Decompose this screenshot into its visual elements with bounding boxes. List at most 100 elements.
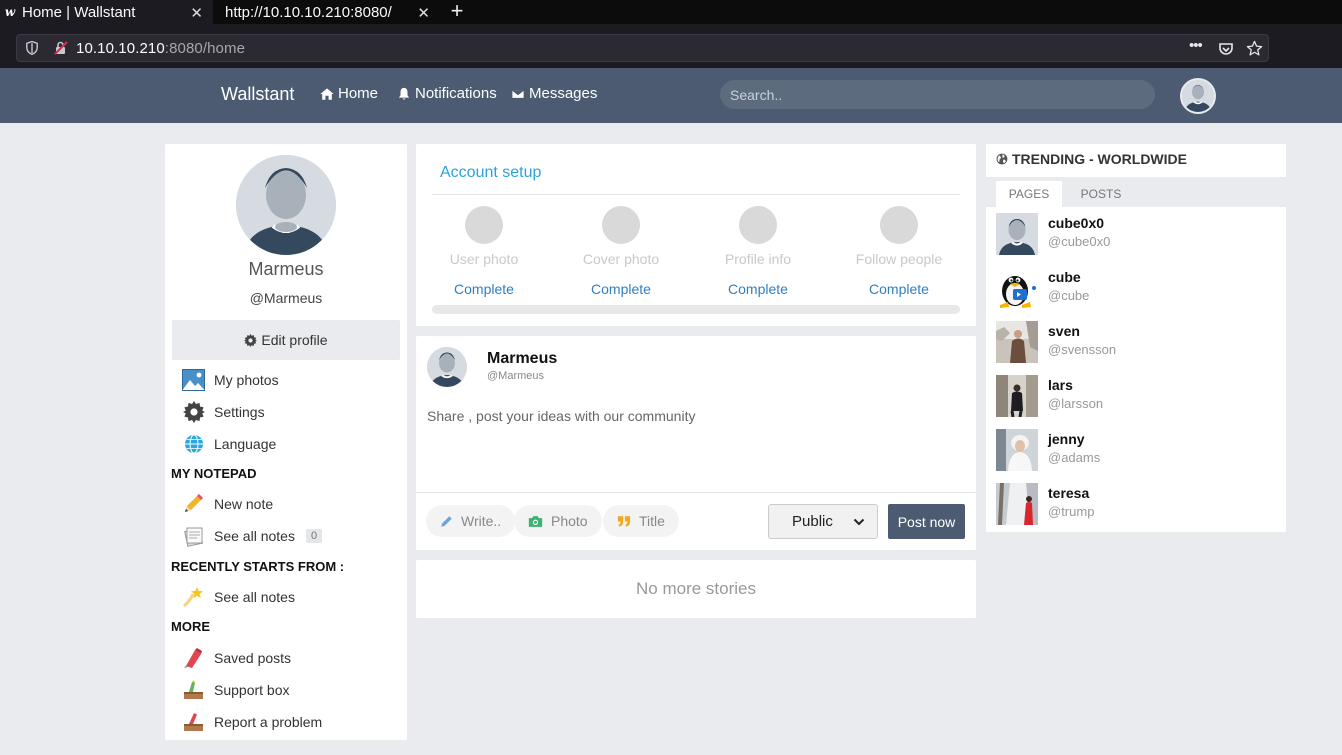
sidebar-item-report-problem[interactable]: Report a problem [182, 710, 322, 733]
report-icon [182, 710, 205, 733]
bookmark-icon [182, 646, 205, 669]
insecure-lock-icon[interactable] [53, 40, 69, 56]
nav-messages[interactable]: Messages [511, 85, 597, 102]
trending-item[interactable]: cube @cube [996, 267, 1276, 309]
browser-toolbar: 10.10.10.210:8080/home ••• [0, 24, 1342, 68]
trending-item[interactable]: sven @svensson [996, 321, 1276, 363]
pocket-icon[interactable] [1218, 41, 1234, 57]
nav-notifications[interactable]: Notifications [397, 85, 497, 102]
nav-home[interactable]: Home [320, 85, 378, 102]
gear-icon [182, 400, 205, 423]
feed-empty-text: No more stories [636, 579, 756, 598]
complete-profile-info-link[interactable]: Complete [698, 281, 818, 297]
nav-notifications-label: Notifications [415, 85, 497, 102]
notes-count-badge: 0 [305, 528, 323, 543]
nav-messages-label: Messages [529, 85, 598, 102]
complete-cover-photo-link[interactable]: Complete [561, 281, 681, 297]
setup-step-user-photo: User photo Complete [424, 206, 544, 297]
sidebar-item-label: Settings [214, 403, 265, 420]
sidebar-item-see-all-notes[interactable]: See all notes 0 [182, 524, 323, 547]
sidebar-item-label: Language [214, 435, 277, 452]
complete-user-photo-link[interactable]: Complete [424, 281, 544, 297]
bookmark-star-icon[interactable] [1246, 40, 1263, 57]
step-label: User photo [449, 251, 519, 267]
composer-name[interactable]: Marmeus [487, 350, 557, 368]
trending-avatar [996, 483, 1038, 525]
photo-button[interactable]: Photo [514, 505, 602, 537]
sidebar-item-recent-see-all-notes[interactable]: See all notes [182, 585, 295, 608]
avatar[interactable] [427, 347, 467, 387]
sidebar-item-label: See all notes [214, 527, 295, 544]
account-setup-title: Account setup [440, 164, 542, 181]
write-button[interactable]: Write.. [426, 505, 516, 537]
sidebar-item-language[interactable]: Language [182, 432, 276, 455]
trending-name[interactable]: teresa [1048, 485, 1089, 501]
shield-icon[interactable] [26, 41, 38, 55]
url-text[interactable]: 10.10.10.210:8080/home [76, 40, 245, 57]
trending-avatar [996, 375, 1038, 417]
sidebar-item-label: Report a problem [214, 713, 323, 730]
close-icon[interactable]: ✕ [417, 4, 430, 22]
page-actions-menu-icon[interactable]: ••• [1189, 37, 1203, 54]
trending-name[interactable]: cube [1048, 269, 1081, 285]
trending-item[interactable]: teresa @trump [996, 483, 1276, 525]
trending-item[interactable]: jenny @adams [996, 429, 1276, 471]
address-bar[interactable]: 10.10.10.210:8080/home ••• [16, 34, 1269, 62]
browser-tab-strip: w Home | Wallstant ✕ http://10.10.10.210… [0, 0, 1342, 24]
account-setup-card: Account setup User photo Complete Cover … [416, 144, 976, 326]
trending-panel: TRENDING - WORLDWIDE PAGES POSTS cube0x0… [986, 144, 1286, 532]
trending-heading: TRENDING - WORLDWIDE [996, 151, 1187, 167]
recent-heading: RECENTLY STARTS FROM : [171, 559, 345, 574]
trending-name[interactable]: jenny [1048, 431, 1085, 447]
step-circle-icon [880, 206, 918, 244]
title-label: Title [639, 513, 665, 529]
edit-profile-label: Edit profile [261, 332, 328, 348]
notes-icon [182, 524, 205, 547]
trending-name[interactable]: sven [1048, 323, 1080, 339]
edit-profile-button[interactable]: Edit profile [172, 320, 400, 360]
step-label: Follow people [855, 251, 943, 267]
post-text-input[interactable]: Share , post your ideas with our communi… [427, 408, 695, 424]
user-avatar-icon [996, 213, 1038, 255]
search-input[interactable] [720, 80, 1155, 109]
profile-avatar[interactable] [236, 155, 336, 255]
browser-tab-active[interactable]: w Home | Wallstant ✕ [0, 0, 213, 24]
post-now-button[interactable]: Post now [888, 504, 965, 539]
gear-icon [244, 333, 258, 347]
envelope-icon [511, 88, 525, 99]
trending-handle: @svensson [1048, 342, 1117, 357]
avatar[interactable] [1180, 78, 1216, 114]
trending-handle: @cube [1048, 288, 1090, 303]
sidebar-item-label: See all notes [214, 588, 295, 605]
title-button[interactable]: Title [603, 505, 679, 537]
profile-handle: @Marmeus [249, 290, 323, 306]
trending-name[interactable]: lars [1048, 377, 1073, 393]
divider [432, 194, 960, 195]
sidebar-item-support-box[interactable]: Support box [182, 678, 290, 701]
new-tab-button[interactable]: + [447, 0, 467, 24]
sidebar-item-settings[interactable]: Settings [182, 400, 265, 423]
privacy-select[interactable]: Public [768, 504, 878, 539]
trending-handle: @adams [1048, 450, 1101, 465]
trending-handle: @cube0x0 [1048, 234, 1111, 249]
close-icon[interactable]: ✕ [190, 4, 203, 22]
privacy-value: Public [792, 513, 833, 530]
profile-name[interactable]: Marmeus [165, 259, 407, 280]
trending-item[interactable]: cube0x0 @cube0x0 [996, 213, 1276, 255]
trending-item[interactable]: lars @larsson [996, 375, 1276, 417]
sidebar-item-new-note[interactable]: New note [182, 492, 273, 515]
browser-tab-title: Home | Wallstant [22, 3, 136, 21]
trending-handle: @trump [1048, 504, 1095, 519]
brand-logo[interactable]: Wallstant [221, 84, 294, 105]
nav-home-label: Home [338, 85, 379, 102]
tab-posts[interactable]: POSTS [1068, 181, 1134, 207]
sidebar-item-label: Support box [214, 681, 290, 698]
url-path: :8080/home [164, 40, 246, 57]
browser-tab[interactable]: http://10.10.10.210:8080/ ✕ [213, 0, 440, 24]
trending-name[interactable]: cube0x0 [1048, 215, 1104, 231]
complete-follow-people-link[interactable]: Complete [839, 281, 959, 297]
trending-avatar [996, 321, 1038, 363]
sidebar-item-my-photos[interactable]: My photos [182, 368, 279, 391]
sidebar-item-saved-posts[interactable]: Saved posts [182, 646, 291, 669]
tab-pages[interactable]: PAGES [996, 181, 1062, 207]
